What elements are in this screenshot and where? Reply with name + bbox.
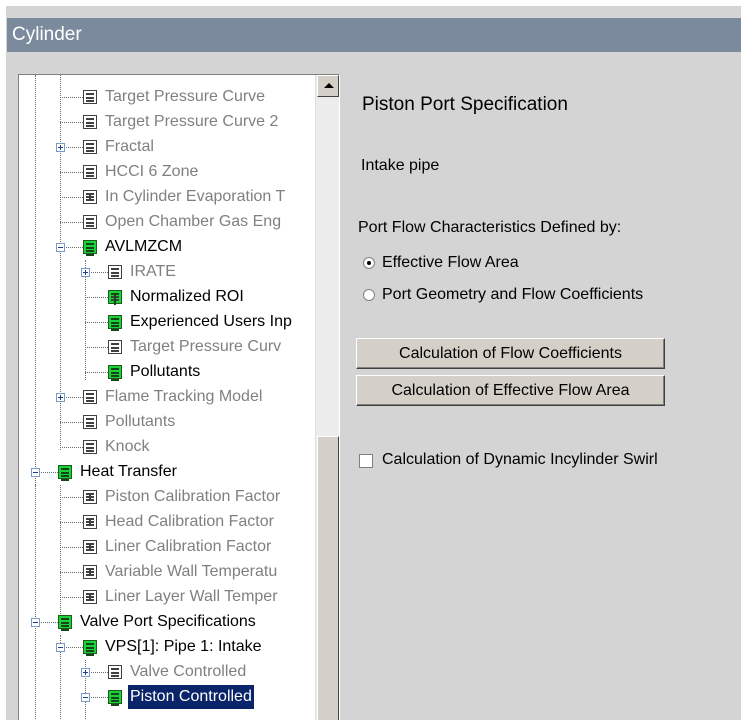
calc-effective-flow-area-button[interactable]: Calculation of Effective Flow Area — [356, 375, 665, 406]
window-title-bar: Cylinder — [7, 18, 741, 52]
node-icon — [83, 165, 97, 179]
collapse-valve-port-icon[interactable] — [31, 618, 40, 627]
node-icon — [83, 415, 97, 429]
panel-title: Piston Port Specification — [362, 94, 568, 115]
radio-effective-flow-area[interactable] — [363, 257, 375, 269]
collapse-avlmzcm-icon[interactable] — [56, 243, 65, 252]
active-table-node-icon — [108, 290, 122, 304]
collapse-heat-transfer-icon[interactable] — [31, 468, 40, 477]
radio-effective-flow-area-label[interactable]: Effective Flow Area — [382, 254, 519, 272]
active-node-icon — [58, 615, 72, 629]
collapse-piston-controlled-icon[interactable] — [81, 693, 90, 702]
node-icon — [83, 215, 97, 229]
active-node-icon — [108, 690, 122, 704]
node-icon — [83, 90, 97, 104]
pipe-label: Intake pipe — [361, 157, 440, 174]
collapse-vps1-icon[interactable] — [56, 643, 65, 652]
flow-defined-by-label: Port Flow Characteristics Defined by: — [358, 219, 622, 236]
properties-panel: Piston Port Specification Intake pipe Po… — [355, 74, 735, 714]
node-icon — [108, 340, 122, 354]
calc-flow-coefficients-button[interactable]: Calculation of Flow Coefficients — [356, 338, 665, 369]
window-title: Cylinder — [12, 24, 82, 45]
active-node-icon — [108, 315, 122, 329]
table-node-icon — [83, 490, 97, 504]
node-icon — [108, 665, 122, 679]
dynamic-swirl-label[interactable]: Calculation of Dynamic Incylinder Swirl — [382, 451, 658, 469]
table-node-icon — [83, 540, 97, 554]
active-node-icon — [83, 240, 97, 254]
node-icon — [83, 140, 97, 154]
expand-irate-icon[interactable] — [81, 268, 90, 277]
active-node-icon — [108, 365, 122, 379]
active-node-icon — [83, 640, 97, 654]
node-icon — [108, 265, 122, 279]
model-tree-panel[interactable]: Target Pressure Curve Target Pressure Cu… — [18, 74, 340, 720]
tree-scrollbar[interactable] — [315, 75, 339, 720]
scroll-up-arrow-icon[interactable] — [317, 75, 339, 97]
table-node-icon — [83, 590, 97, 604]
table-node-icon — [83, 190, 97, 204]
table-node-icon — [83, 565, 97, 579]
radio-port-geometry-label[interactable]: Port Geometry and Flow Coefficients — [382, 286, 643, 304]
table-node-icon — [83, 515, 97, 529]
active-node-icon — [58, 465, 72, 479]
expand-valve-controlled-icon[interactable] — [81, 668, 90, 677]
node-icon — [83, 390, 97, 404]
dynamic-swirl-checkbox[interactable] — [359, 454, 373, 468]
expand-fractal-icon[interactable] — [56, 143, 65, 152]
node-icon — [83, 115, 97, 129]
expand-flame-tracking-icon[interactable] — [56, 393, 65, 402]
radio-port-geometry[interactable] — [363, 289, 375, 301]
scrollbar-thumb[interactable] — [317, 436, 339, 720]
node-icon — [83, 440, 97, 454]
model-tree: Target Pressure Curve Target Pressure Cu… — [19, 75, 315, 720]
